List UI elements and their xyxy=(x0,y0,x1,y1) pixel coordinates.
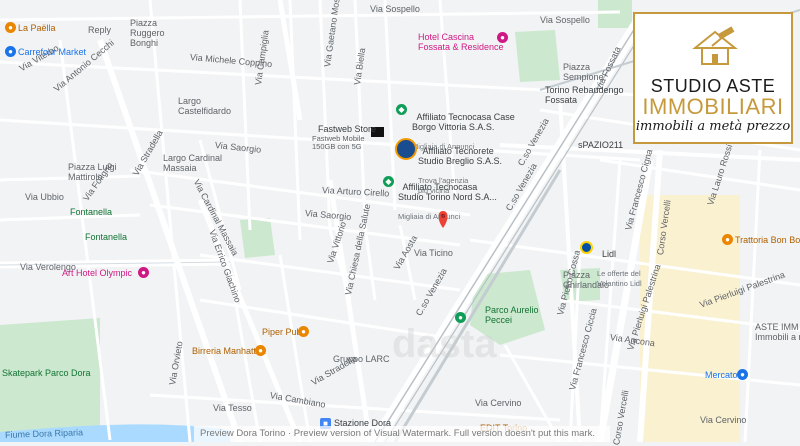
lidl-logo-icon[interactable] xyxy=(580,241,593,254)
park-small-top xyxy=(598,0,632,28)
street-label: Via Ticino xyxy=(414,248,453,258)
place-label: Piazza Luigi Mattirolo xyxy=(68,162,117,182)
restaurant-icon[interactable]: ● xyxy=(5,22,16,33)
place-label: Fontanella xyxy=(70,207,113,217)
tecnocasa-icon[interactable]: ◆ xyxy=(396,104,407,115)
park-icon[interactable]: ● xyxy=(455,312,466,323)
street-label: Via Sospello xyxy=(370,4,420,14)
poi-reply[interactable]: Reply xyxy=(88,25,111,35)
street-label: Via Tesso xyxy=(213,403,252,413)
poi-trattoria[interactable]: Trattoria Bon Bon xyxy=(735,235,800,245)
center-watermark: dasta xyxy=(392,322,497,366)
logo-line-2: IMMOBILIARI xyxy=(642,94,784,119)
place-label: Fontanella xyxy=(85,232,128,242)
watermark-banner: Preview Dora Torino · Preview version of… xyxy=(194,426,610,442)
poi-affiliato-nord[interactable]: Affiliato Tecnocasa Studio Torino Nord S… xyxy=(398,172,497,232)
logo-line-3: immobili a metà prezzo xyxy=(635,119,791,134)
hotel-icon[interactable]: ● xyxy=(138,267,149,278)
studio-aste-logo: STUDIO ASTE IMMOBILIARI immobili a metà … xyxy=(633,12,793,144)
street-label: Via Sospello xyxy=(540,15,590,25)
place-label: Piazza Sempione xyxy=(563,62,604,82)
poi-fastweb[interactable]: Fastweb Store xyxy=(318,124,376,134)
place-label: Largo Cardinal Massaia xyxy=(163,153,223,173)
poi-title: Lidl xyxy=(602,249,617,259)
poi-piper-pub[interactable]: Piper Pub xyxy=(262,327,302,337)
restaurant-icon[interactable]: ● xyxy=(722,234,733,245)
poi-title: Affiliato Tecnocasa Studio Torino Nord S… xyxy=(398,182,497,202)
pub-icon[interactable]: ● xyxy=(298,326,309,337)
place-label: Gruppo LARC xyxy=(333,354,390,364)
pub-icon[interactable]: ● xyxy=(255,345,266,356)
poi-mercato[interactable]: Mercato xyxy=(705,370,738,380)
park-parco-dora xyxy=(0,318,100,442)
poi-hotel-cascina[interactable]: Hotel Cascina Fossata & Residence xyxy=(418,32,504,52)
poi-la-paella[interactable]: La Paëlla xyxy=(18,23,56,33)
poi-fastweb-sub: Fastweb Mobile 150GB con 5G xyxy=(312,134,365,151)
place-label: Piazza Ruggero Bonghi xyxy=(130,18,165,48)
transit-label: Torino Rebaudengo Fossata xyxy=(545,85,624,105)
poi-subtitle: Le offerte del Volantino Lidl xyxy=(597,269,642,288)
park-label: Skatepark Parco Dora xyxy=(2,368,91,378)
poi-carrefour[interactable]: Carrefour Market xyxy=(18,47,86,57)
poi-title: Affiliato Tecnocasa Case Borgo Vittoria … xyxy=(412,112,515,132)
park-sempione xyxy=(515,30,560,82)
shopping-cart-icon[interactable]: ● xyxy=(737,369,748,380)
place-label: Largo Castelfidardo xyxy=(178,96,232,116)
gavel-house-icon xyxy=(692,26,738,65)
poi-title: Affiliato Tecnorete Studio Breglio S.A.S… xyxy=(418,146,503,166)
place-label: sPAZIO211 xyxy=(578,140,624,150)
place-label: ASTE IMM Immobili a m xyxy=(755,322,800,342)
street-label: Via Cervino xyxy=(475,398,522,408)
poi-subtitle: Migliaia di Annunci xyxy=(398,212,461,221)
poi-art-hotel[interactable]: Art Hotel Olympic xyxy=(62,268,132,278)
poi-lidl[interactable]: Lidl Le offerte del Volantino Lidl xyxy=(597,239,642,299)
street-label: Via Ubbio xyxy=(25,192,64,202)
park-label: Parco Aurelio Peccei xyxy=(485,305,539,325)
park-massaia xyxy=(240,218,275,258)
shopping-cart-icon[interactable]: ● xyxy=(5,46,16,57)
street-label: Via Cervino xyxy=(700,415,747,425)
tecnocasa-icon[interactable]: ◆ xyxy=(383,176,394,187)
tecnorete-logo-icon[interactable] xyxy=(395,138,417,160)
